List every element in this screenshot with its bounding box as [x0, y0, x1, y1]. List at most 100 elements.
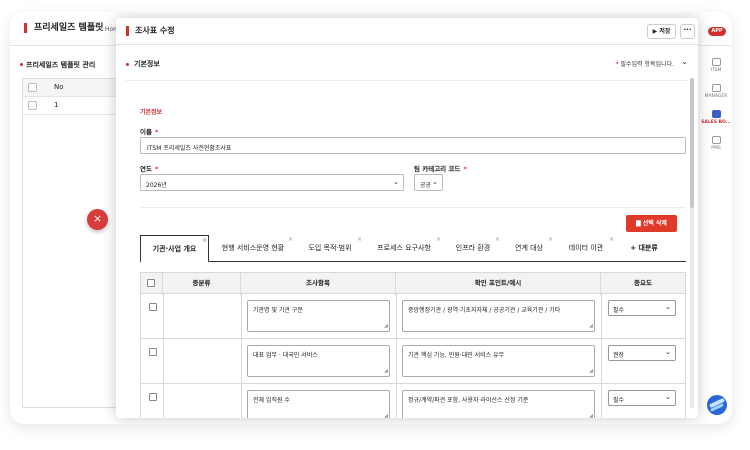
grid-header: 중분류 조사항목 확인 포인트/예시 중요도: [141, 272, 685, 295]
row-checkbox[interactable]: [28, 101, 37, 110]
close-icon[interactable]: ×: [357, 226, 362, 253]
close-icon[interactable]: ×: [495, 226, 500, 253]
modal-title: 조사표 수정: [126, 26, 175, 36]
section-dot-icon: [126, 63, 129, 66]
row-checkbox[interactable]: [149, 348, 157, 356]
select-all-checkbox[interactable]: [147, 279, 155, 287]
row-number: 1: [54, 101, 59, 109]
row-checkbox[interactable]: [149, 303, 157, 311]
column-divider: [601, 384, 602, 418]
add-category-button[interactable]: + 대분류: [618, 235, 670, 262]
column-divider: [163, 384, 164, 418]
name-label: 이름 *: [140, 128, 159, 136]
sidebar-item-sales-board[interactable]: SALES BO...: [701, 110, 731, 125]
resize-grip-icon[interactable]: ◢: [589, 367, 593, 376]
item-textarea[interactable]: 전체 임직원 수 ◢: [247, 390, 390, 418]
close-icon[interactable]: ×: [436, 226, 441, 253]
column-divider: [241, 339, 242, 384]
name-input[interactable]: ITSM 프리세일즈 사전현황조사표: [140, 137, 686, 154]
chevron-down-icon[interactable]: ⌄: [681, 57, 688, 66]
resize-grip-icon[interactable]: ◢: [384, 322, 388, 331]
edit-survey-modal: 조사표 수정 ▶ 저장 ··· 기본정보 * 필수입력 항목입니다. ⌄ 기본정…: [116, 18, 698, 418]
tab-data-migration[interactable]: 데이터 이관 ×: [557, 235, 615, 262]
chevron-down-icon: ⌄: [393, 178, 399, 186]
resize-grip-icon[interactable]: ◢: [384, 412, 388, 418]
column-divider: [163, 339, 164, 384]
brand-logo-icon: [707, 395, 727, 415]
row-checkbox[interactable]: [149, 393, 157, 401]
survey-grid: 중분류 조사항목 확인 포인트/예시 중요도 기관명 및 기관 구분 ◢ 중앙행정…: [140, 272, 686, 418]
modal-body: 기본정보 * 필수입력 항목입니다. ⌄ 기본정보 이름 * ITSM 프리세일즈…: [116, 45, 698, 418]
itsm-icon: [711, 58, 721, 66]
close-icon[interactable]: ×: [288, 226, 293, 253]
item-textarea[interactable]: 기관명 및 기관 구분 ◢: [247, 300, 390, 332]
point-textarea[interactable]: 중앙행정기관 / 광역·기초지자체 / 공공기관 / 교육기관 / 기타 ◢: [402, 300, 595, 332]
category-tabs: 기관·사업 개요 × 현행 서비스운영 현황 × 도입 목적·범위 × 프로세스 요구…: [140, 235, 686, 263]
column-point: 확인 포인트/예시: [396, 273, 601, 295]
close-icon[interactable]: ×: [609, 226, 614, 253]
column-divider: [396, 339, 397, 384]
app-badge[interactable]: APP: [708, 27, 726, 36]
category-select[interactable]: 공공 ⌄: [414, 174, 443, 191]
chevron-down-icon: ⌄: [665, 393, 671, 401]
year-label: 연도 *: [140, 165, 159, 173]
table-row: 대표 업무 · 대국민 서비스 ◢ 기관 핵심 기능, 민원·대민 서비스 유무 ◢…: [141, 339, 685, 384]
column-divider: [241, 294, 242, 339]
section-header[interactable]: 기본정보 * 필수입력 항목입니다. ⌄: [126, 57, 688, 72]
required-note: * 필수입력 항목입니다.: [615, 61, 674, 68]
table-row: 전체 임직원 수 ◢ 정규/계약/파견 포함, 사용자 라이선스 산정 기준 ◢ 필…: [141, 384, 685, 418]
delete-selected-button[interactable]: ▇ 선택 삭제: [626, 215, 677, 232]
resize-grip-icon[interactable]: ◢: [589, 412, 593, 418]
close-modal-button[interactable]: ×: [87, 209, 108, 230]
divider: [140, 207, 686, 208]
sidebar-item-itsm[interactable]: ITSM: [701, 58, 731, 73]
category-label: 팀 카테고리 코드 *: [414, 165, 467, 173]
column-divider: [396, 384, 397, 418]
scrollbar-thumb[interactable]: [690, 78, 694, 208]
sidebar-item-pms[interactable]: PMS: [701, 136, 731, 151]
point-textarea[interactable]: 정규/계약/파견 포함, 사용자 라이선스 산정 기준 ◢: [402, 390, 595, 418]
tab-integration[interactable]: 연계 대상 ×: [504, 235, 554, 262]
item-textarea[interactable]: 대표 업무 · 대국민 서비스 ◢: [247, 345, 390, 377]
resize-grip-icon[interactable]: ◢: [384, 367, 388, 376]
importance-select[interactable]: 권장 ⌄: [608, 345, 676, 361]
manager-icon: [711, 84, 721, 92]
chevron-down-icon: ⌄: [432, 178, 438, 186]
sales-board-icon: [711, 110, 721, 118]
save-button[interactable]: ▶ 저장: [647, 24, 676, 39]
select-all-checkbox[interactable]: [28, 83, 37, 92]
tab-process-requirements[interactable]: 프로세스 요구사항 ×: [366, 235, 442, 262]
importance-select[interactable]: 필수 ⌄: [608, 300, 676, 316]
column-divider: [241, 384, 242, 418]
table-row: 기관명 및 기관 구분 ◢ 중앙행정기관 / 광역·기초지자체 / 공공기관 / …: [141, 294, 685, 339]
column-divider: [163, 294, 164, 339]
subsection-title: 기본정보: [140, 109, 163, 116]
importance-select[interactable]: 필수 ⌄: [608, 390, 676, 406]
app-window: 프리세일즈 템플릿 Hom 프리세일즈 템플릿 관리 No 1 × APP IT…: [10, 12, 732, 424]
background-title: 프리세일즈 템플릿: [24, 23, 103, 33]
column-subcategory: 중분류: [163, 273, 241, 295]
point-textarea[interactable]: 기관 핵심 기능, 민원·대민 서비스 유무 ◢: [402, 345, 595, 377]
more-button[interactable]: ···: [680, 24, 695, 39]
column-importance: 중요도: [634, 279, 652, 287]
column-divider: [601, 339, 602, 384]
chevron-down-icon: ⌄: [665, 303, 671, 311]
resize-grip-icon[interactable]: ◢: [589, 322, 593, 331]
close-icon[interactable]: ×: [548, 226, 553, 253]
tab-overview[interactable]: 기관·사업 개요 ×: [140, 235, 209, 263]
tab-infrastructure[interactable]: 인프라 환경 ×: [445, 235, 501, 262]
divider: [126, 80, 688, 81]
column-no: No: [54, 83, 64, 91]
section-title: 기본정보: [134, 60, 160, 68]
year-select[interactable]: 2026년 ⌄: [140, 174, 404, 191]
column-divider: [396, 294, 397, 339]
tab-current-status[interactable]: 현행 서비스운영 현황 ×: [212, 235, 294, 262]
background-subtitle: 프리세일즈 템플릿 관리: [20, 60, 95, 70]
chevron-down-icon: ⌄: [665, 348, 671, 356]
tab-purpose-scope[interactable]: 도입 목적·범위 ×: [297, 235, 363, 262]
close-icon[interactable]: ×: [202, 227, 207, 254]
pms-icon: [711, 136, 721, 144]
modal-header: 조사표 수정 ▶ 저장 ···: [116, 18, 698, 45]
trash-icon: ▇: [636, 220, 643, 227]
sidebar-item-manager[interactable]: MANAGER: [701, 84, 731, 99]
